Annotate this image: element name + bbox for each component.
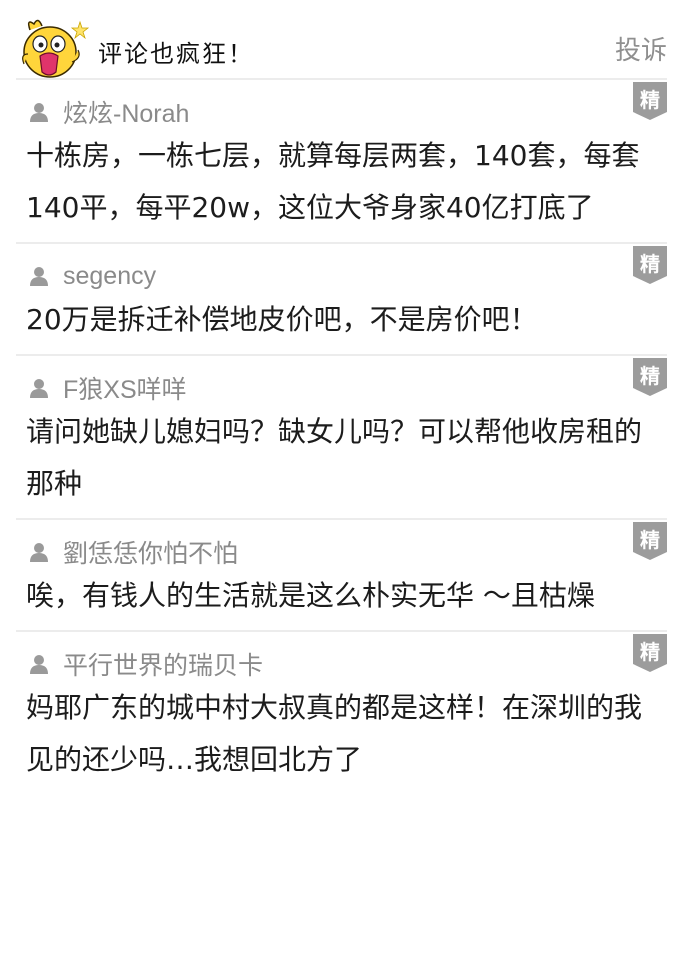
comments-page: 评论也疯狂！ 投诉 精 炫炫-Norah 十栋房，一栋七层，就算每层两套，140… [0,0,683,977]
comment-text: 唉，有钱人的生活就是这么朴实无华 ～且枯燥 [26,579,595,612]
comment-text: 请问她缺儿媳妇吗？缺女儿吗？可以帮他收房租的那种 [26,415,643,500]
featured-badge-label: 精 [640,88,660,112]
user-icon [30,267,48,286]
comment-user-row: 劉恁恁你怕不怕 [16,520,667,570]
user-icon [30,655,48,674]
mascot-chick-icon [22,19,90,78]
featured-badge-label: 精 [640,640,660,664]
comment-user-row: 炫炫-Norah [16,80,667,130]
comment-item: 精 劉恁恁你怕不怕 唉，有钱人的生活就是这么朴实无华 ～且枯燥 [16,520,667,632]
comment-item: 精 炫炫-Norah 十栋房，一栋七层，就算每层两套，140套，每套140平，每… [16,80,667,244]
featured-badge-label: 精 [640,252,660,276]
report-button[interactable]: 投诉 [615,30,667,67]
comment-item: 精 平行世界的瑞贝卡 妈耶广东的城中村大叔真的都是这样！在深圳的我见的还少吗…我… [16,632,667,794]
comment-item: 精 segency 20万是拆迁补偿地皮价吧，不是房价吧！ [16,244,667,356]
user-icon [30,543,48,562]
featured-badge-label: 精 [640,528,660,552]
comment-user-row: F狼XS咩咩 [16,356,667,406]
comment-text: 20万是拆迁补偿地皮价吧，不是房价吧！ [26,303,538,336]
comment-user-row: segency [16,244,667,294]
comment-username[interactable]: 平行世界的瑞贝卡 [63,646,263,682]
comment-username[interactable]: 炫炫-Norah [63,94,189,130]
comment-item: 精 F狼XS咩咩 请问她缺儿媳妇吗？缺女儿吗？可以帮他收房租的那种 [16,356,667,520]
comment-user-row: 平行世界的瑞贝卡 [16,632,667,682]
user-icon [30,103,48,122]
comment-text: 妈耶广东的城中村大叔真的都是这样！在深圳的我见的还少吗…我想回北方了 [26,691,643,776]
header-title: 评论也疯狂！ [98,40,254,68]
user-icon [30,379,48,398]
comment-text: 十栋房，一栋七层，就算每层两套，140套，每套140平，每平20w，这位大爷身家… [26,139,640,224]
comment-username[interactable]: 劉恁恁你怕不怕 [63,534,238,570]
featured-badge-label: 精 [640,364,660,388]
comment-username[interactable]: F狼XS咩咩 [63,370,187,406]
comments-header: 评论也疯狂！ 投诉 [0,0,683,80]
comment-username[interactable]: segency [63,262,156,291]
